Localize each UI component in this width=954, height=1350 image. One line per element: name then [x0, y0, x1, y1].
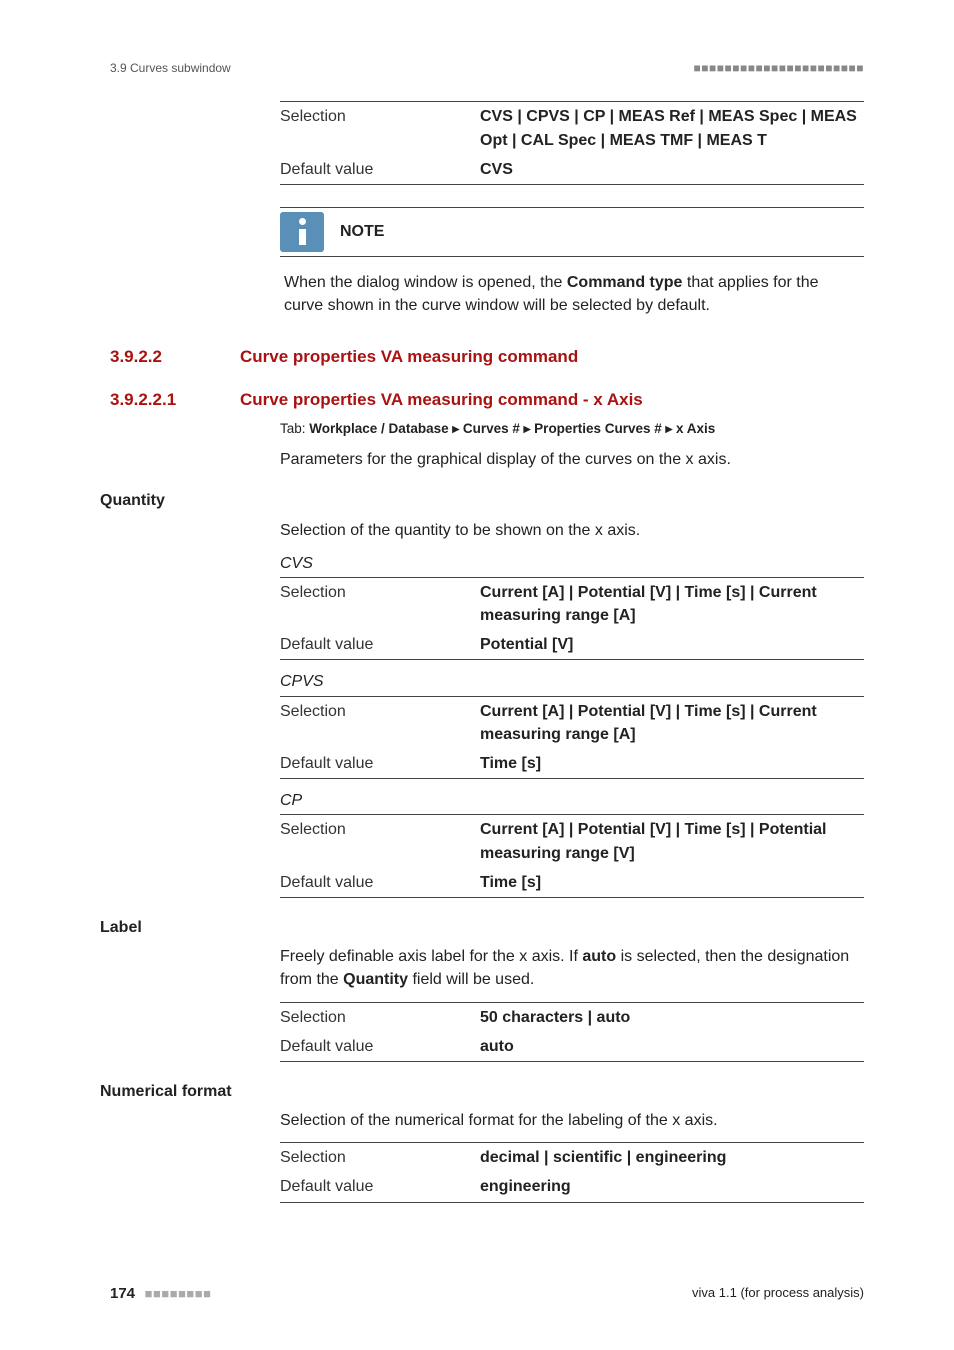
- cell-key: Default value: [280, 749, 480, 779]
- table-row: Default value engineering: [280, 1172, 864, 1202]
- section-title: Curve properties VA measuring command - …: [240, 388, 643, 413]
- cell-val: Current [A] | Potential [V] | Time [s] |…: [480, 577, 864, 630]
- section-intro: Parameters for the graphical display of …: [280, 448, 864, 471]
- label-desc-post: field will be used.: [408, 971, 534, 988]
- footer-dashes: ■■■■■■■■: [145, 1286, 212, 1301]
- label-table-wrap: Selection 50 characters | auto Default v…: [280, 1002, 864, 1062]
- table-row: Selection Current [A] | Potential [V] | …: [280, 696, 864, 749]
- param-desc: Selection of the quantity to be shown on…: [280, 519, 864, 542]
- table-row: Default value Time [s]: [280, 749, 864, 779]
- table-row: Default value Time [s]: [280, 868, 864, 898]
- info-icon: [280, 212, 324, 252]
- cell-key: Selection: [280, 1002, 480, 1032]
- param-desc: Freely definable axis label for the x ax…: [280, 945, 864, 991]
- subtable-title: CPVS: [280, 670, 864, 693]
- cell-key: Default value: [280, 1172, 480, 1202]
- section-number: 3.9.2.2: [110, 345, 240, 370]
- page-number: 174: [110, 1285, 135, 1302]
- cell-key: Selection: [280, 696, 480, 749]
- cell-val: Time [s]: [480, 749, 864, 779]
- footer-left: 174 ■■■■■■■■: [110, 1283, 211, 1305]
- header-dashes: ■■■■■■■■■■■■■■■■■■■■■■: [694, 60, 864, 77]
- table-row: Selection decimal | scientific | enginee…: [280, 1143, 864, 1173]
- cell-val: CVS | CPVS | CP | MEAS Ref | MEAS Spec |…: [480, 102, 864, 155]
- cell-val: Current [A] | Potential [V] | Time [s] |…: [480, 815, 864, 868]
- cell-val: decimal | scientific | engineering: [480, 1143, 864, 1173]
- tab-breadcrumb: Tab: Workplace / Database ▸ Curves # ▸ P…: [280, 419, 864, 439]
- param-name: Label: [100, 916, 864, 939]
- cell-key: Selection: [280, 577, 480, 630]
- numformat-table-wrap: Selection decimal | scientific | enginee…: [280, 1142, 864, 1202]
- cell-val: Current [A] | Potential [V] | Time [s] |…: [480, 696, 864, 749]
- label-desc-pre: Freely definable axis label for the x ax…: [280, 948, 582, 965]
- section-title: Curve properties VA measuring command: [240, 345, 578, 370]
- page-footer: 174 ■■■■■■■■ viva 1.1 (for process analy…: [110, 1283, 864, 1305]
- param-label: Label Freely definable axis label for th…: [110, 916, 864, 1062]
- label-desc-b1: auto: [582, 948, 616, 965]
- subtable-title: CVS: [280, 552, 864, 575]
- command-type-block: Selection CVS | CPVS | CP | MEAS Ref | M…: [280, 101, 864, 323]
- section-3-9-2-2: 3.9.2.2 Curve properties VA measuring co…: [110, 345, 864, 370]
- command-type-table: Selection CVS | CPVS | CP | MEAS Ref | M…: [280, 101, 864, 185]
- table-row: Default value auto: [280, 1032, 864, 1062]
- quantity-cp-table: Selection Current [A] | Potential [V] | …: [280, 814, 864, 898]
- note-text-bold: Command type: [567, 274, 683, 291]
- table-row: Default value Potential [V]: [280, 630, 864, 660]
- cell-key: Selection: [280, 102, 480, 155]
- note-title: NOTE: [340, 220, 384, 243]
- cell-val: CVS: [480, 155, 864, 185]
- label-desc-b2: Quantity: [343, 971, 408, 988]
- subtable-title: CP: [280, 789, 864, 812]
- cell-key: Selection: [280, 815, 480, 868]
- table-row: Selection CVS | CPVS | CP | MEAS Ref | M…: [280, 102, 864, 155]
- note-head: NOTE: [280, 207, 864, 257]
- param-quantity: Quantity Selection of the quantity to be…: [110, 489, 864, 898]
- param-desc: Selection of the numerical format for th…: [280, 1109, 864, 1132]
- cell-val: engineering: [480, 1172, 864, 1202]
- quantity-cvs-block: CVS Selection Current [A] | Potential [V…: [280, 552, 864, 898]
- cell-key: Selection: [280, 1143, 480, 1173]
- numformat-table: Selection decimal | scientific | enginee…: [280, 1142, 864, 1202]
- cell-val: auto: [480, 1032, 864, 1062]
- param-name: Numerical format: [100, 1080, 864, 1103]
- table-row: Selection Current [A] | Potential [V] | …: [280, 577, 864, 630]
- breadcrumb: 3.9 Curves subwindow: [110, 60, 231, 77]
- table-row: Default value CVS: [280, 155, 864, 185]
- cell-key: Default value: [280, 1032, 480, 1062]
- cell-val: 50 characters | auto: [480, 1002, 864, 1032]
- note-body: When the dialog window is opened, the Co…: [280, 257, 864, 323]
- label-table: Selection 50 characters | auto Default v…: [280, 1002, 864, 1062]
- note-text-pre: When the dialog window is opened, the: [284, 274, 567, 291]
- note-box: NOTE When the dialog window is opened, t…: [280, 207, 864, 323]
- param-numerical-format: Numerical format Selection of the numeri…: [110, 1080, 864, 1203]
- table-row: Selection Current [A] | Potential [V] | …: [280, 815, 864, 868]
- page-header: 3.9 Curves subwindow ■■■■■■■■■■■■■■■■■■■…: [110, 60, 864, 77]
- footer-right: viva 1.1 (for process analysis): [692, 1284, 864, 1303]
- cell-val: Time [s]: [480, 868, 864, 898]
- cell-key: Default value: [280, 630, 480, 660]
- table-row: Selection 50 characters | auto: [280, 1002, 864, 1032]
- tab-text: Workplace / Database ▸ Curves # ▸ Proper…: [309, 421, 715, 436]
- section-number: 3.9.2.2.1: [110, 388, 240, 413]
- quantity-cpvs-table: Selection Current [A] | Potential [V] | …: [280, 696, 864, 780]
- tab-label: Tab:: [280, 421, 309, 436]
- section-3-9-2-2-1: 3.9.2.2.1 Curve properties VA measuring …: [110, 388, 864, 413]
- cell-val: Potential [V]: [480, 630, 864, 660]
- quantity-cvs-table: Selection Current [A] | Potential [V] | …: [280, 577, 864, 661]
- param-name: Quantity: [100, 489, 864, 512]
- cell-key: Default value: [280, 155, 480, 185]
- cell-key: Default value: [280, 868, 480, 898]
